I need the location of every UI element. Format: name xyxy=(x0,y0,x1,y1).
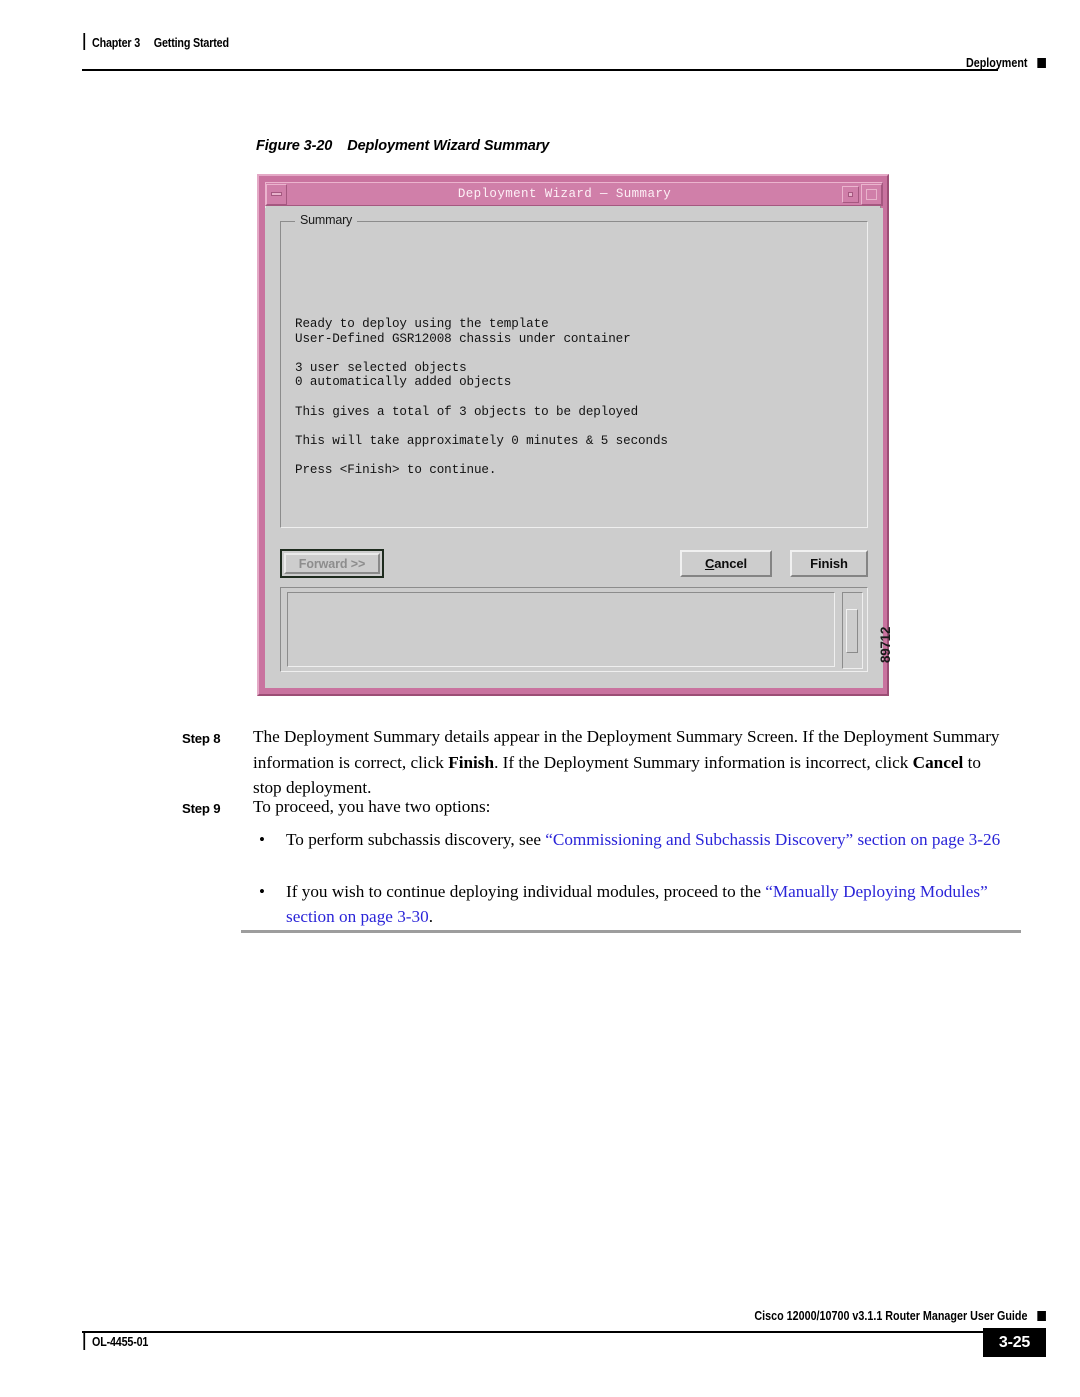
footer-left-rule xyxy=(83,1333,86,1350)
step-8-text: The Deployment Summary details appear in… xyxy=(253,727,1000,798)
log-panel xyxy=(280,587,868,672)
step-8-label: Step 8 xyxy=(182,731,221,746)
page-number-badge: 3-25 xyxy=(983,1328,1046,1357)
bullet-marker-icon: • xyxy=(259,881,265,901)
deployment-wizard-window: Deployment Wizard — Summary Summary Read… xyxy=(257,174,889,696)
dialog-client-area: Summary Ready to deploy using the templa… xyxy=(265,208,883,688)
forward-button[interactable]: Forward >> xyxy=(280,549,384,578)
window-title: Deployment Wizard — Summary xyxy=(457,187,672,201)
list-item: • If you wish to continue deploying indi… xyxy=(253,879,1013,930)
footer-square-marker-icon xyxy=(1037,1311,1046,1321)
figure-number: Figure 3-20 xyxy=(256,138,333,154)
figure-caption: Figure 3-20 Deployment Wizard Summary xyxy=(256,138,549,154)
header-chapter-group: Chapter 3 Getting Started xyxy=(83,33,229,50)
bullet-marker-icon: • xyxy=(259,830,265,849)
footer-doc-number: OL-4455-01 xyxy=(83,1333,149,1350)
header-square-marker-icon xyxy=(1037,58,1046,68)
header-section-group: Deployment xyxy=(966,56,1046,70)
summary-groupbox: Summary Ready to deploy using the templa… xyxy=(280,213,868,528)
figure-id-label: 89712 xyxy=(878,626,893,663)
dialog-button-row: Forward >> Cancel Finish xyxy=(280,549,868,579)
footer-doc-number-label: OL-4455-01 xyxy=(92,1335,149,1349)
maximize-icon[interactable] xyxy=(861,183,882,205)
bullet-2-text: If you wish to continue deploying indivi… xyxy=(286,881,988,927)
header-left-rule xyxy=(83,33,86,50)
bullet-1-text: To perform subchassis discovery, see “Co… xyxy=(286,830,1001,849)
footer-guide-title: Cisco 12000/10700 v3.1.1 Router Manager … xyxy=(754,1309,1028,1323)
xref-link-manually-deploying[interactable]: “Manually Deploying Modules” section on … xyxy=(286,882,988,927)
summary-text: Ready to deploy using the template User-… xyxy=(295,317,668,477)
summary-groupbox-label: Summary xyxy=(295,213,358,227)
scrollbar-thumb[interactable] xyxy=(846,609,858,653)
step-9-text: To proceed, you have two options: xyxy=(253,797,491,816)
restore-icon[interactable] xyxy=(842,185,859,203)
scroll-down-arrow-icon[interactable] xyxy=(845,654,859,665)
header-chapter-number: Chapter 3 xyxy=(92,36,141,50)
cancel-button-label: Cancel xyxy=(704,556,748,571)
header-chapter-title: Getting Started xyxy=(153,36,229,50)
footer-guide-group: Cisco 12000/10700 v3.1.1 Router Manager … xyxy=(755,1309,1046,1323)
window-titlebar: Deployment Wizard — Summary xyxy=(265,182,883,206)
list-item: • To perform subchassis discovery, see “… xyxy=(253,827,1013,853)
options-bullet-list: • To perform subchassis discovery, see “… xyxy=(253,827,1013,956)
page-header: Chapter 3 Getting Started Deployment xyxy=(0,0,1080,80)
cancel-button[interactable]: Cancel xyxy=(680,550,772,577)
footer-rule xyxy=(82,1331,998,1333)
forward-button-label: Forward >> xyxy=(284,553,380,574)
figure-title: Deployment Wizard Summary xyxy=(347,138,550,154)
log-vertical-scrollbar[interactable] xyxy=(842,592,863,669)
xref-link-commissioning[interactable]: “Commissioning and Subchassis Discovery”… xyxy=(545,830,1000,849)
header-section-label: Deployment xyxy=(966,56,1028,70)
header-rule xyxy=(82,69,998,71)
scroll-up-arrow-icon[interactable] xyxy=(845,596,859,607)
section-separator-rule xyxy=(241,930,1021,934)
minimize-icon[interactable] xyxy=(266,183,287,205)
log-text-area[interactable] xyxy=(287,592,835,667)
step-9-label: Step 9 xyxy=(182,801,221,816)
finish-button[interactable]: Finish xyxy=(790,550,868,577)
finish-button-label: Finish xyxy=(810,556,848,571)
